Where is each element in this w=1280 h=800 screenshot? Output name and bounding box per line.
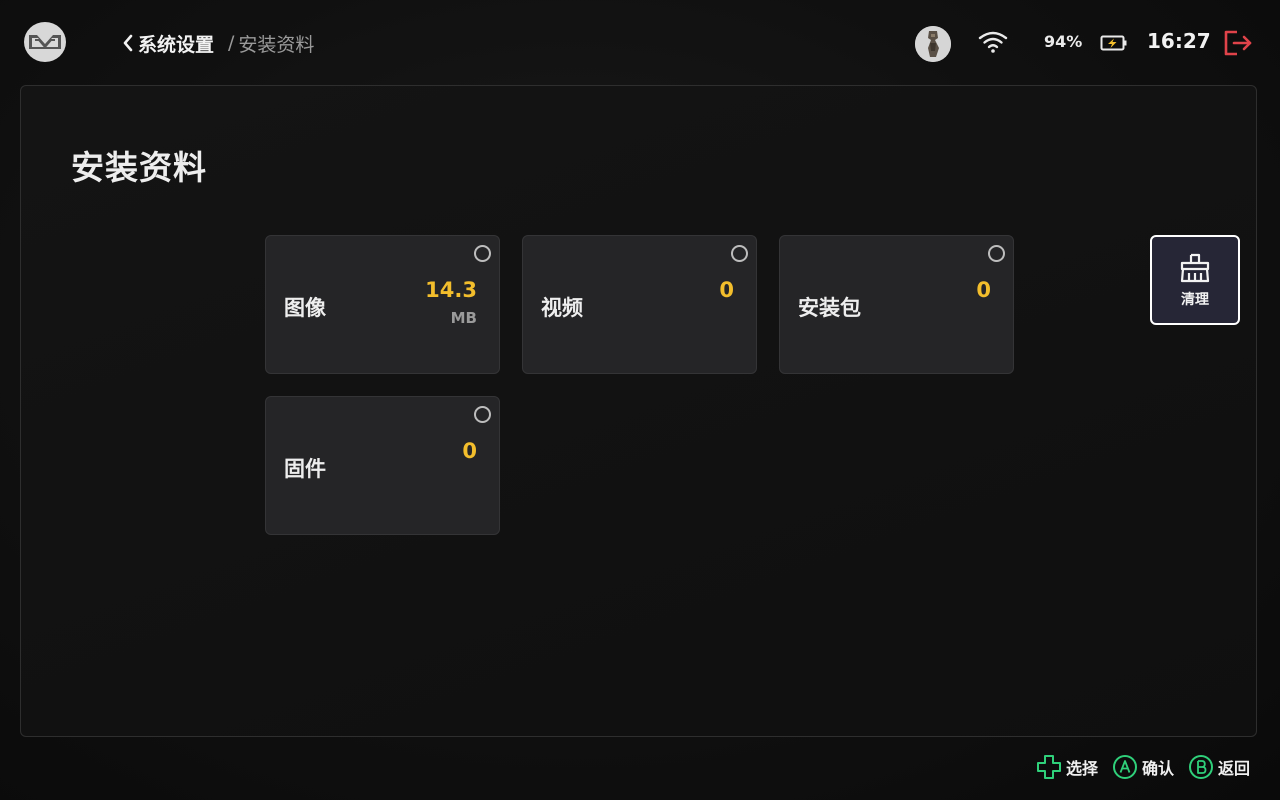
card-label: 安装包 — [798, 296, 861, 320]
hint-select-label: 选择 — [1065, 759, 1098, 778]
card-images[interactable]: 图像 14.3 MB — [265, 235, 500, 374]
hint-back-label: 返回 — [1217, 759, 1250, 778]
avatar-image — [915, 26, 951, 62]
a-button-icon — [1112, 755, 1137, 779]
card-value: 0 — [719, 278, 734, 302]
card-radio[interactable] — [988, 245, 1005, 262]
back-link[interactable]: 系统设置 — [122, 30, 214, 57]
b-button-icon — [1188, 755, 1213, 779]
clock: 16:27 — [1147, 29, 1211, 53]
chevron-left-icon — [123, 34, 133, 52]
card-value: 14.3 — [425, 278, 477, 302]
battery-percent: 94% — [1044, 32, 1083, 51]
hint-confirm-label: 确认 — [1141, 759, 1174, 778]
logo-icon — [29, 35, 61, 49]
card-unit: MB — [450, 309, 477, 327]
card-label: 图像 — [284, 296, 326, 320]
broom-icon — [1180, 253, 1210, 283]
card-packages[interactable]: 安装包 0 — [779, 235, 1014, 374]
battery-charging-icon — [1100, 35, 1127, 51]
card-value: 0 — [976, 278, 991, 302]
hint-select: 选择 — [1036, 754, 1098, 780]
card-videos[interactable]: 视频 0 — [522, 235, 757, 374]
hint-back: 返回 — [1188, 754, 1250, 780]
card-firmware[interactable]: 固件 0 — [265, 396, 500, 535]
app-logo — [24, 22, 66, 62]
clean-button-label: 清理 — [1181, 292, 1209, 308]
breadcrumb-separator: / — [228, 32, 235, 54]
dpad-icon — [1036, 755, 1061, 779]
card-radio[interactable] — [474, 245, 491, 262]
card-radio[interactable] — [474, 406, 491, 423]
card-label: 固件 — [284, 457, 326, 481]
breadcrumb-parent: 系统设置 — [138, 33, 215, 56]
control-hints: 选择 确认 返回 — [1022, 752, 1250, 782]
exit-icon[interactable] — [1223, 29, 1253, 57]
card-label: 视频 — [541, 296, 583, 320]
wifi-icon — [978, 31, 1008, 53]
breadcrumb-current: 安装资料 — [238, 33, 315, 56]
page-title: 安装资料 — [71, 148, 207, 187]
card-radio[interactable] — [731, 245, 748, 262]
screen: 系统设置 / 安装资料 94% 16:27 安装资料 图像 14.3 MB 视频… — [0, 0, 1280, 800]
hint-confirm: 确认 — [1112, 754, 1174, 780]
clean-button[interactable]: 清理 — [1150, 235, 1240, 325]
breadcrumb: 系统设置 / 安装资料 — [122, 29, 314, 57]
card-value: 0 — [462, 439, 477, 463]
avatar[interactable] — [915, 26, 951, 62]
